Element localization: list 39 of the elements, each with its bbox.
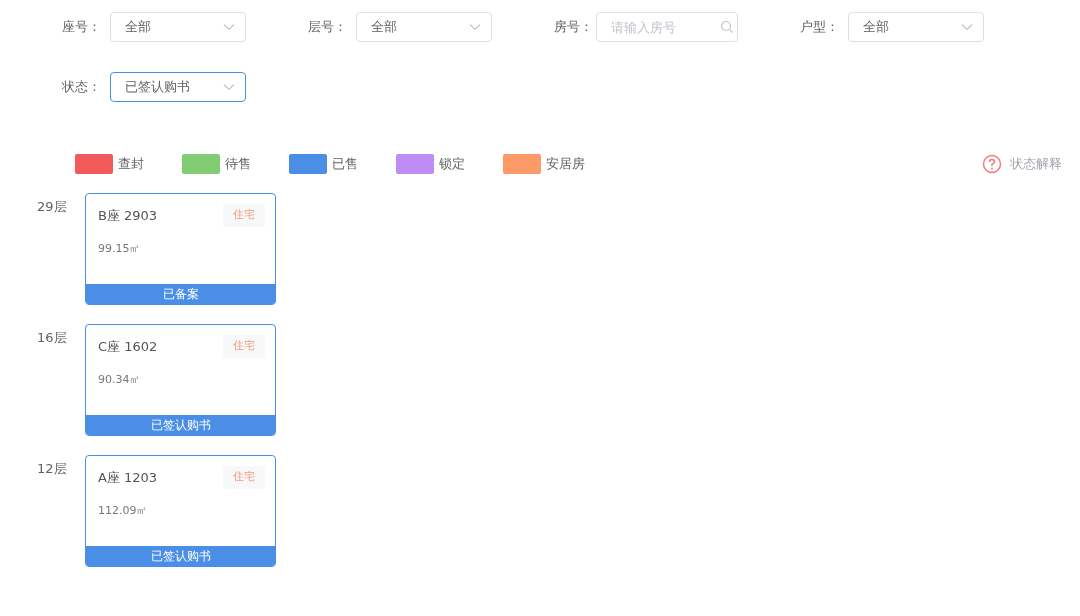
unit-name: C座 1602 [98, 338, 158, 356]
unit-area: 112.09㎡ [86, 502, 275, 519]
legend-label: 锁定 [439, 155, 465, 174]
legend-label: 查封 [118, 155, 144, 174]
unit-type-tag: 住宅 [223, 466, 265, 489]
help-icon [982, 154, 1002, 174]
select-field[interactable]: 全部 [110, 12, 246, 42]
unit-card[interactable]: A座 1203 住宅 112.09㎡ 已签认购书 [85, 455, 276, 567]
unit-status-bar: 已签认购书 [86, 546, 275, 566]
legend-label: 待售 [225, 155, 251, 174]
unit-card[interactable]: C座 1602 住宅 90.34㎡ 已签认购书 [85, 324, 276, 436]
unit-name: B座 2903 [98, 207, 158, 225]
chevron-down-icon [961, 23, 973, 31]
unit-area: 99.15㎡ [86, 240, 275, 257]
select-field[interactable]: 已签认购书 [110, 72, 246, 102]
chevron-down-icon [223, 23, 235, 31]
unit-status-bar: 已签认购书 [86, 415, 275, 435]
unit-type-tag: 住宅 [223, 204, 265, 227]
filter-label: 座号： [62, 18, 102, 37]
filter-label: 房号： [554, 18, 594, 37]
search-field[interactable]: 请输入房号 [596, 12, 738, 42]
unit-type-tag: 住宅 [223, 335, 265, 358]
unit-area: 90.34㎡ [86, 371, 275, 388]
chevron-down-icon [469, 23, 481, 31]
search-icon [720, 20, 734, 34]
legend-label: 已售 [332, 155, 358, 174]
unit-card[interactable]: B座 2903 住宅 99.15㎡ 已备案 [85, 193, 276, 305]
chevron-down-icon [223, 83, 235, 91]
unit-name: A座 1203 [98, 469, 158, 487]
filter-label: 层号： [308, 18, 348, 37]
legend-label: 安居房 [546, 155, 585, 174]
select-field[interactable]: 全部 [356, 12, 492, 42]
select-field[interactable]: 全部 [848, 12, 984, 42]
filter-label: 户型： [800, 18, 840, 37]
floor-label: 12层 [37, 460, 68, 478]
filter-label: 状态： [62, 78, 102, 97]
floor-label: 16层 [37, 329, 68, 347]
unit-status-bar: 已备案 [86, 284, 275, 304]
floor-label: 29层 [37, 198, 68, 216]
